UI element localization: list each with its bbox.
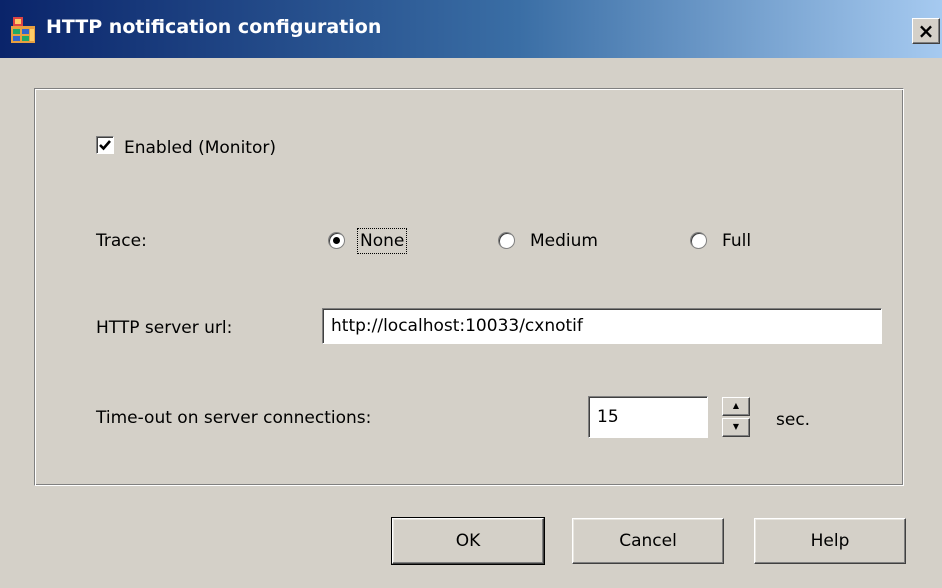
enabled-checkbox[interactable] bbox=[96, 136, 114, 154]
arrow-down-icon: ▼ bbox=[732, 422, 740, 431]
enabled-label[interactable]: Enabled (Monitor) bbox=[124, 138, 276, 158]
cancel-button[interactable]: Cancel bbox=[572, 518, 724, 564]
server-url-field[interactable] bbox=[322, 308, 882, 344]
server-url-input[interactable] bbox=[323, 309, 881, 343]
close-icon: × bbox=[917, 19, 935, 43]
checkmark-icon bbox=[99, 140, 111, 151]
trace-medium-radio[interactable] bbox=[498, 232, 515, 249]
app-config-icon bbox=[10, 16, 36, 44]
timeout-field[interactable] bbox=[588, 396, 708, 438]
trace-full-radio[interactable] bbox=[690, 232, 707, 249]
timeout-unit: sec. bbox=[776, 410, 811, 430]
trace-none-radio[interactable] bbox=[328, 232, 345, 249]
trace-medium-label[interactable]: Medium bbox=[530, 231, 598, 251]
timeout-input[interactable] bbox=[589, 397, 707, 437]
trace-label: Trace: bbox=[96, 231, 147, 251]
arrow-up-icon: ▲ bbox=[732, 401, 740, 410]
close-button[interactable]: × bbox=[912, 18, 940, 44]
ok-button[interactable]: OK bbox=[391, 517, 545, 565]
window-title: HTTP notification configuration bbox=[46, 16, 382, 38]
title-bar[interactable]: HTTP notification configuration × bbox=[0, 0, 942, 58]
timeout-spin-up[interactable]: ▲ bbox=[722, 397, 750, 416]
help-button[interactable]: Help bbox=[754, 518, 906, 564]
timeout-spin-down[interactable]: ▼ bbox=[722, 418, 750, 437]
trace-full-label[interactable]: Full bbox=[722, 231, 751, 251]
radio-selected-dot bbox=[333, 237, 340, 244]
dialog-window: HTTP notification configuration × Enable… bbox=[0, 0, 942, 588]
trace-none-label[interactable]: None bbox=[356, 228, 408, 254]
timeout-label: Time-out on server connections: bbox=[96, 408, 372, 428]
server-url-label: HTTP server url: bbox=[96, 318, 233, 338]
